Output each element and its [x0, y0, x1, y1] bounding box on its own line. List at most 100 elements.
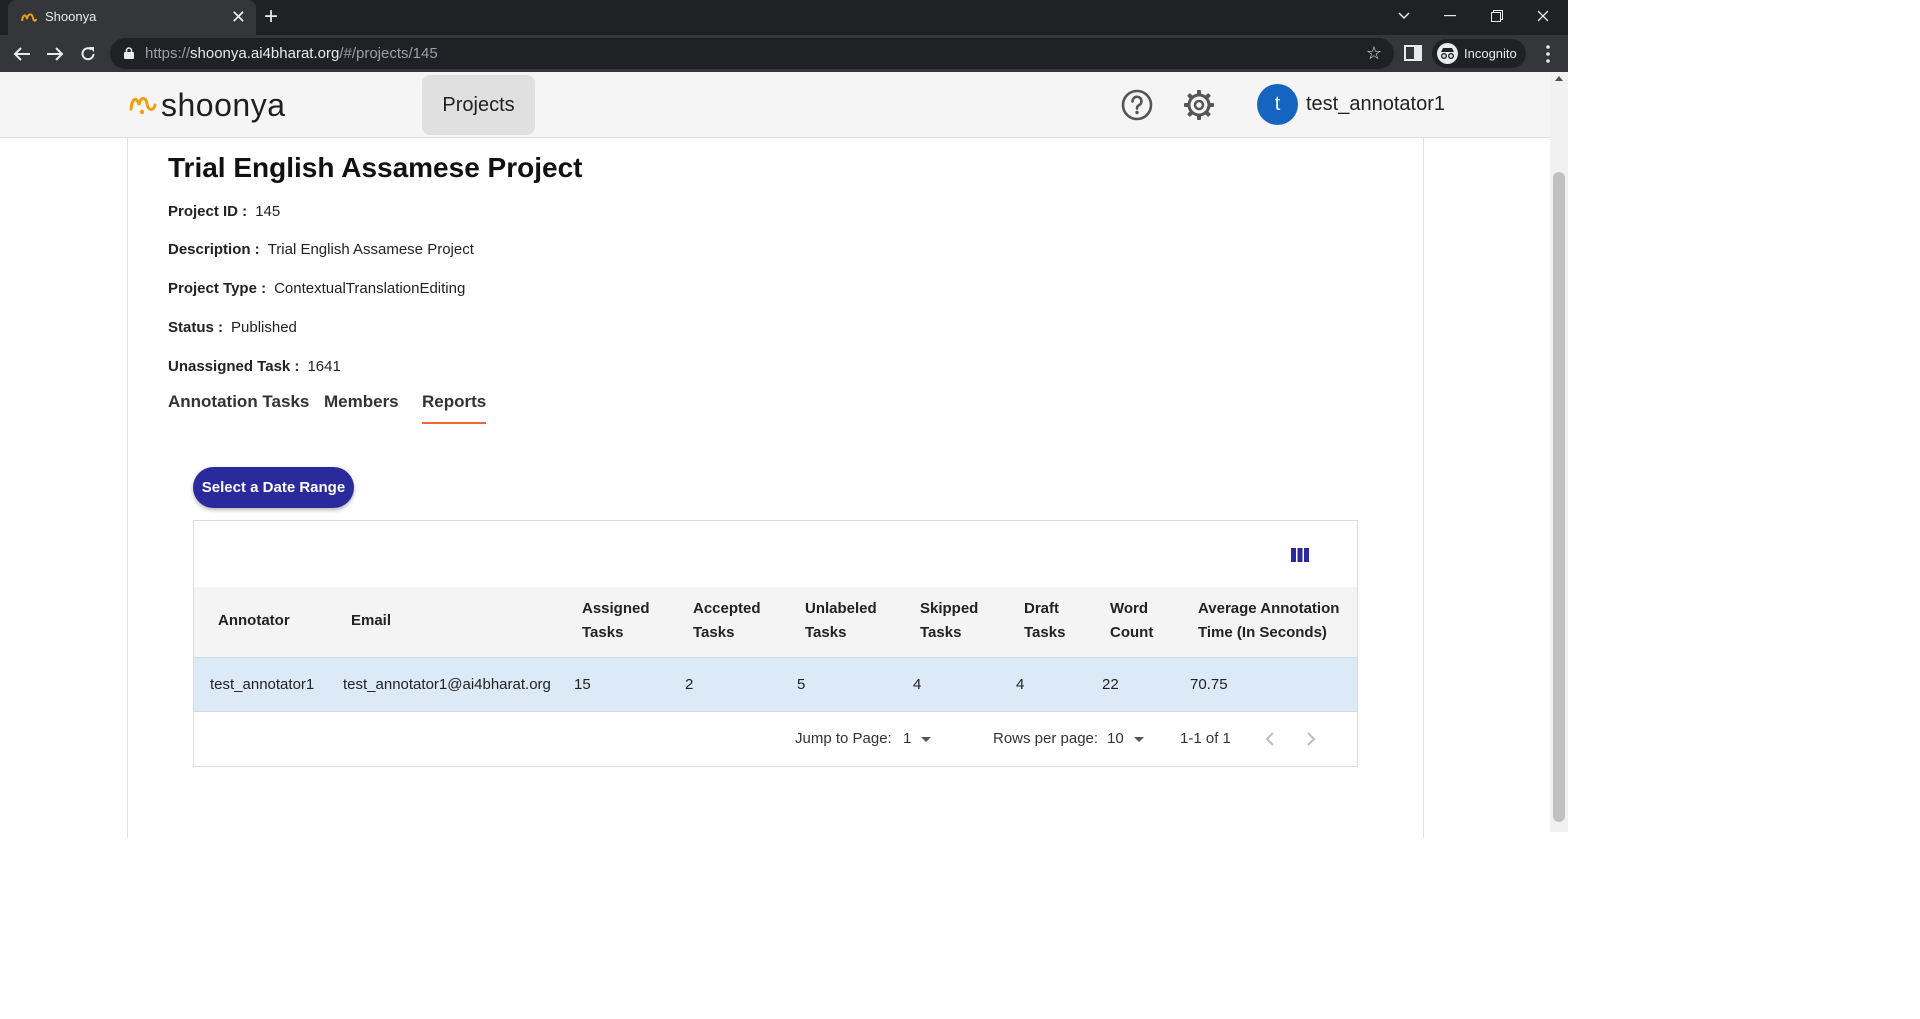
jump-to-page-value: 1 [903, 730, 912, 747]
project-id-field: Project ID : 145 [168, 203, 280, 220]
previous-page-icon[interactable] [1263, 731, 1277, 747]
tab-close-icon[interactable]: ✕ [231, 6, 246, 28]
column-header-text: Tasks [1024, 624, 1066, 641]
username[interactable]: test_annotator1 [1306, 93, 1445, 116]
column-header-text: Average Annotation [1198, 600, 1340, 617]
browser-tab[interactable]: Shoonya ✕ [8, 0, 256, 35]
column-header-text: Word [1110, 600, 1149, 617]
column-header-text: Email [351, 612, 392, 629]
dropdown-caret-icon [1133, 736, 1144, 742]
description-field: Description : Trial English Assamese Proj… [168, 241, 474, 258]
column-header-text: Tasks [582, 624, 624, 641]
project-type-label: Project Type : [168, 280, 267, 297]
url-host: shoonya.ai4bharat.org [190, 45, 340, 62]
restore-icon[interactable] [1474, 0, 1520, 32]
side-panel-icon[interactable] [1404, 44, 1422, 62]
cell-accepted-tasks: 2 [685, 676, 694, 693]
minimize-icon[interactable] [1427, 0, 1473, 32]
jump-to-page-select[interactable]: 1 [903, 730, 932, 747]
column-header-accepted-tasks[interactable]: Accepted Tasks [693, 597, 761, 645]
column-header-email[interactable]: Email [351, 609, 391, 633]
status-label: Status : [168, 319, 224, 336]
column-header-annotator[interactable]: Annotator [218, 609, 290, 633]
projects-nav-button[interactable]: Projects [422, 75, 535, 135]
url-path: /#/projects/145 [339, 45, 438, 62]
scroll-up-icon[interactable] [1555, 76, 1563, 81]
unassigned-task-label: Unassigned Task : [168, 358, 300, 375]
column-header-text: Unlabeled [805, 600, 877, 617]
bookmark-star-icon[interactable]: ☆ [1366, 43, 1382, 64]
unassigned-task-value: 1641 [307, 358, 341, 375]
column-header-text: Skipped [920, 600, 979, 617]
project-type-field: Project Type : ContextualTranslationEditi… [168, 280, 465, 297]
shoonya-favicon-icon [21, 13, 37, 22]
cell-email: test_annotator1@ai4bharat.org [343, 676, 551, 693]
rows-per-page-value: 10 [1107, 730, 1124, 747]
shoonya-logo[interactable]: shoonya [128, 86, 285, 124]
address-bar[interactable]: https://shoonya.ai4bharat.org/#/projects… [110, 38, 1394, 69]
page-scrollbar[interactable] [1550, 72, 1568, 832]
cell-draft-tasks: 4 [1016, 676, 1025, 693]
rows-per-page-label: Rows per page: [993, 730, 1099, 747]
view-columns-icon[interactable] [1291, 548, 1309, 562]
url-text: https://shoonya.ai4bharat.org/#/projects… [145, 45, 438, 62]
browser-toolbar: https://shoonya.ai4bharat.org/#/projects… [0, 35, 1568, 72]
tab-members[interactable]: Members [324, 392, 399, 422]
table-header: Annotator Email Assigned Tasks Accepted Ta… [194, 587, 1357, 657]
column-header-draft-tasks[interactable]: Draft Tasks [1024, 597, 1065, 645]
column-header-assigned-tasks[interactable]: Assigned Tasks [582, 597, 650, 645]
incognito-label: Incognito [1464, 46, 1517, 61]
reports-table: Annotator Email Assigned Tasks Accepted Ta… [193, 520, 1358, 767]
incognito-badge[interactable]: Incognito [1432, 39, 1526, 68]
tab-reports[interactable]: Reports [422, 392, 487, 424]
cell-assigned-tasks: 15 [574, 676, 591, 693]
help-icon[interactable] [1121, 89, 1153, 121]
table-row[interactable]: test_annotator1 test_annotator1@ai4bhara… [194, 657, 1357, 712]
column-header-text: Accepted [693, 600, 761, 617]
column-header-text: Draft [1024, 600, 1060, 617]
column-header-text: Tasks [805, 624, 847, 641]
next-page-icon[interactable] [1304, 731, 1318, 747]
tab-search-icon[interactable] [1381, 0, 1427, 32]
project-id-value: 145 [255, 203, 281, 220]
forward-icon[interactable] [43, 42, 67, 66]
back-icon[interactable] [10, 42, 34, 66]
incognito-icon [1437, 43, 1458, 64]
column-header-text: Count [1110, 624, 1154, 641]
shoonya-logo-icon [129, 97, 157, 115]
rows-per-page-select[interactable]: 10 [1107, 730, 1144, 747]
column-header-unlabeled-tasks[interactable]: Unlabeled Tasks [805, 597, 877, 645]
app-header: shoonya Projects t test_annotator1 [0, 72, 1550, 138]
close-window-icon[interactable] [1520, 0, 1566, 32]
jump-to-page-label: Jump to Page: [795, 730, 892, 747]
status-field: Status : Published [168, 319, 297, 336]
column-header-text: Assigned [582, 600, 650, 617]
tab-annotation-tasks[interactable]: Annotation Tasks [168, 392, 309, 422]
column-header-skipped-tasks[interactable]: Skipped Tasks [920, 597, 978, 645]
select-date-range-button[interactable]: Select a Date Range [193, 467, 354, 508]
column-header-text: Time (In Seconds) [1198, 624, 1327, 641]
column-header-text: Tasks [920, 624, 962, 641]
column-header-word-count[interactable]: Word Count [1110, 597, 1153, 645]
new-tab-icon[interactable]: + [264, 3, 278, 31]
tab-title: Shoonya [45, 9, 97, 24]
logo-text: shoonya [161, 86, 286, 123]
dropdown-caret-icon [921, 736, 932, 742]
cell-word-count: 22 [1102, 676, 1119, 693]
unassigned-task-field: Unassigned Task : 1641 [168, 358, 341, 375]
reload-icon[interactable] [76, 42, 100, 66]
cell-skipped-tasks: 4 [913, 676, 922, 693]
gear-icon[interactable] [1183, 89, 1215, 121]
scrollbar-thumb[interactable] [1553, 172, 1565, 822]
page-title: Trial English Assamese Project [168, 152, 583, 183]
url-prefix: https:// [145, 45, 191, 62]
description-value: Trial English Assamese Project [267, 241, 474, 258]
project-id-label: Project ID : [168, 203, 248, 220]
column-header-average-annotation-time[interactable]: Average Annotation Time (In Seconds) [1198, 597, 1339, 645]
column-header-text: Annotator [218, 612, 290, 629]
browser-menu-icon[interactable] [1540, 44, 1556, 64]
avatar[interactable]: t [1257, 84, 1298, 125]
lock-icon [124, 47, 134, 59]
cell-unlabeled-tasks: 5 [797, 676, 806, 693]
pagination-range: 1-1 of 1 [1180, 730, 1231, 747]
